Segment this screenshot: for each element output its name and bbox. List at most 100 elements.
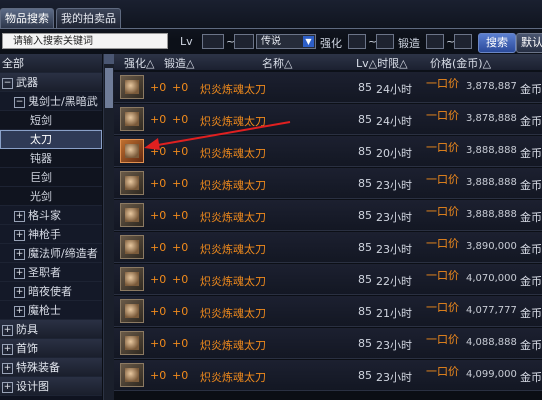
cell-unit: 金币 [520,211,542,224]
cell-lv: 85 [358,273,372,286]
qianghua-min-field[interactable] [348,34,366,49]
sidebar-item-label: 特殊装备 [16,361,60,374]
col-qianghua[interactable]: 强化△ [124,55,154,71]
sidebar-item-label: 格斗家 [28,209,61,222]
sidebar-item-label: 武器 [16,76,38,89]
sword-icon[interactable] [120,235,144,259]
sidebar-item[interactable]: + 魔法师/缔造者 [0,244,102,263]
cell-price: 3,888,888 [466,145,517,156]
tab-my-auctions[interactable]: 我的拍卖品 [56,8,121,29]
sidebar-item[interactable]: + 特殊装备 [0,358,102,377]
table-row[interactable]: +0 +0 炽炎炼魂太刀 85 24小时 一口价 3,878,887 金币 [114,72,542,103]
expand-icon[interactable]: + [2,325,13,336]
cell-unit: 金币 [520,179,542,192]
tab-item-search[interactable]: 物品搜索 [0,8,54,29]
expand-icon[interactable]: + [14,230,25,241]
lv-max-field[interactable] [234,34,254,49]
scroll-up-icon[interactable] [104,54,114,64]
table-row[interactable]: +0 +0 炽炎炼魂太刀 85 23小时 一口价 3,890,000 金币 [114,232,542,263]
duanzao-max-field[interactable] [454,34,472,49]
col-lv-time[interactable]: Lv△时限△ [356,55,408,71]
cell-name: 炽炎炼魂太刀 [200,243,266,256]
expand-icon[interactable]: + [14,287,25,298]
col-duanzao[interactable]: 锻造△ [164,55,194,71]
chevron-down-icon[interactable]: ▼ [303,36,314,47]
sidebar-item[interactable]: 巨剑 [0,168,102,187]
sidebar-item[interactable]: + 格斗家 [0,206,102,225]
cell-qianghua: +0 [150,369,167,382]
cell-price: 4,088,888 [466,337,517,348]
scroll-thumb[interactable] [105,68,113,108]
cell-name: 炽炎炼魂太刀 [200,275,266,288]
cell-duanzao: +0 [172,81,189,94]
table-row[interactable]: +0 +0 炽炎炼魂太刀 85 23小时 一口价 3,888,888 金币 [114,200,542,231]
sidebar-item-label: 圣职者 [28,266,61,279]
table-row[interactable]: +0 +0 炽炎炼魂太刀 85 24小时 一口价 3,878,888 金币 [114,104,542,135]
category-scrollbar[interactable] [103,54,114,400]
sword-icon[interactable] [120,107,144,131]
table-row[interactable]: +0 +0 炽炎炼魂太刀 85 22小时 一口价 4,070,000 金币 [114,264,542,295]
cell-time: 21小时 [376,307,412,320]
duanzao-min-field[interactable] [426,34,444,49]
sidebar-item[interactable]: − 鬼剑士/黑暗武 [0,92,102,111]
sidebar-item[interactable]: 钝器 [0,149,102,168]
search-input[interactable]: 请输入搜索关键词 [2,33,168,49]
lv-min-field[interactable] [202,34,224,49]
cell-price: 3,878,887 [466,81,517,92]
rarity-value: 传说 [261,36,281,47]
collapse-icon[interactable]: − [2,78,13,89]
sidebar-item[interactable]: + 暗夜使者 [0,282,102,301]
qianghua-max-field[interactable] [376,34,394,49]
tab-divider [0,28,542,29]
cell-time: 22小时 [376,275,412,288]
expand-icon[interactable]: + [14,268,25,279]
cell-time: 23小时 [376,371,412,384]
sidebar-item[interactable]: 光剑 [0,187,102,206]
table-row[interactable]: +0 +0 炽炎炼魂太刀 85 23小时 一口价 4,099,000 金币 [114,360,542,391]
default-button[interactable]: 默认 [516,33,542,53]
sidebar-item[interactable]: − 武器 [0,73,102,92]
sword-icon[interactable] [120,75,144,99]
sword-icon[interactable] [120,203,144,227]
cell-time: 23小时 [376,211,412,224]
table-row[interactable]: +0 +0 炽炎炼魂太刀 85 21小时 一口价 4,077,777 金币 [114,296,542,327]
sidebar-item[interactable]: + 设计图 [0,377,102,396]
cell-qianghua: +0 [150,337,167,350]
sword-icon[interactable] [120,139,144,163]
expand-icon[interactable]: + [2,344,13,355]
col-price[interactable]: 价格(金币)△ [430,55,491,71]
table-row[interactable]: +0 +0 炽炎炼魂太刀 85 23小时 一口价 4,088,888 金币 [114,328,542,359]
collapse-icon[interactable]: − [14,97,25,108]
table-row[interactable]: +0 +0 炽炎炼魂太刀 85 23小时 一口价 3,888,888 金币 [114,168,542,199]
results-list: +0 +0 炽炎炼魂太刀 85 24小时 一口价 3,878,887 金币 +0 +0 炽炎炼魂太刀… [114,72,542,400]
expand-icon[interactable]: + [2,382,13,393]
sidebar-item[interactable]: + 神枪手 [0,225,102,244]
sword-icon[interactable] [120,171,144,195]
sidebar-item[interactable]: + 圣职者 [0,263,102,282]
sidebar-item[interactable]: + 防具 [0,320,102,339]
cell-name: 炽炎炼魂太刀 [200,371,266,384]
rarity-select[interactable]: 传说 ▼ [256,34,316,49]
expand-icon[interactable]: + [14,211,25,222]
cell-lv: 85 [358,305,372,318]
sidebar-item[interactable]: + 魔枪士 [0,301,102,320]
expand-icon[interactable]: + [14,306,25,317]
sword-icon[interactable] [120,267,144,291]
sword-icon[interactable] [120,331,144,355]
sidebar-item[interactable]: 太刀 [0,130,102,149]
results-header: 强化△ 锻造△ 名称△ Lv△时限△ 价格(金币)△ [114,54,542,70]
expand-icon[interactable]: + [14,249,25,260]
search-button[interactable]: 搜索 [478,33,516,53]
cell-lv: 85 [358,177,372,190]
sword-icon[interactable] [120,299,144,323]
cell-price: 4,099,000 [466,369,517,380]
cell-price: 3,890,000 [466,241,517,252]
expand-icon[interactable]: + [2,363,13,374]
sidebar-item[interactable]: 全部 [0,54,102,73]
col-name[interactable]: 名称△ [262,55,292,71]
sidebar-item[interactable]: 短剑 [0,111,102,130]
cell-sale-type: 一口价 [426,269,459,282]
sidebar-item[interactable]: + 首饰 [0,339,102,358]
sword-icon[interactable] [120,363,144,387]
table-row[interactable]: +0 +0 炽炎炼魂太刀 85 20小时 一口价 3,888,888 金币 [114,136,542,167]
